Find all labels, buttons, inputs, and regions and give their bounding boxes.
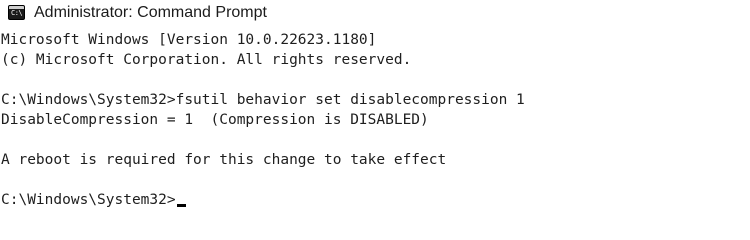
text-cursor: [176, 204, 186, 207]
console-line-reboot-notice: A reboot is required for this change to …: [1, 152, 447, 168]
console-line-result: DisableCompression = 1 (Compression is D…: [1, 112, 429, 128]
command-prompt-window: C:\ Administrator: Command Prompt Micros…: [0, 0, 750, 237]
prompt-text: C:\Windows\System32>: [1, 192, 176, 208]
window-title: Administrator: Command Prompt: [34, 4, 267, 21]
console-line-version: Microsoft Windows [Version 10.0.22623.11…: [1, 32, 377, 48]
title-bar[interactable]: C:\ Administrator: Command Prompt: [0, 0, 750, 26]
icon-glyph: C:\: [11, 9, 23, 17]
console-line-command: C:\Windows\System32>fsutil behavior set …: [1, 92, 525, 108]
command-prompt-icon: C:\: [8, 5, 25, 20]
console-output[interactable]: Microsoft Windows [Version 10.0.22623.11…: [0, 30, 750, 237]
command-prompt-line[interactable]: C:\Windows\System32>: [1, 190, 186, 210]
console-line-copyright: (c) Microsoft Corporation. All rights re…: [1, 52, 412, 68]
